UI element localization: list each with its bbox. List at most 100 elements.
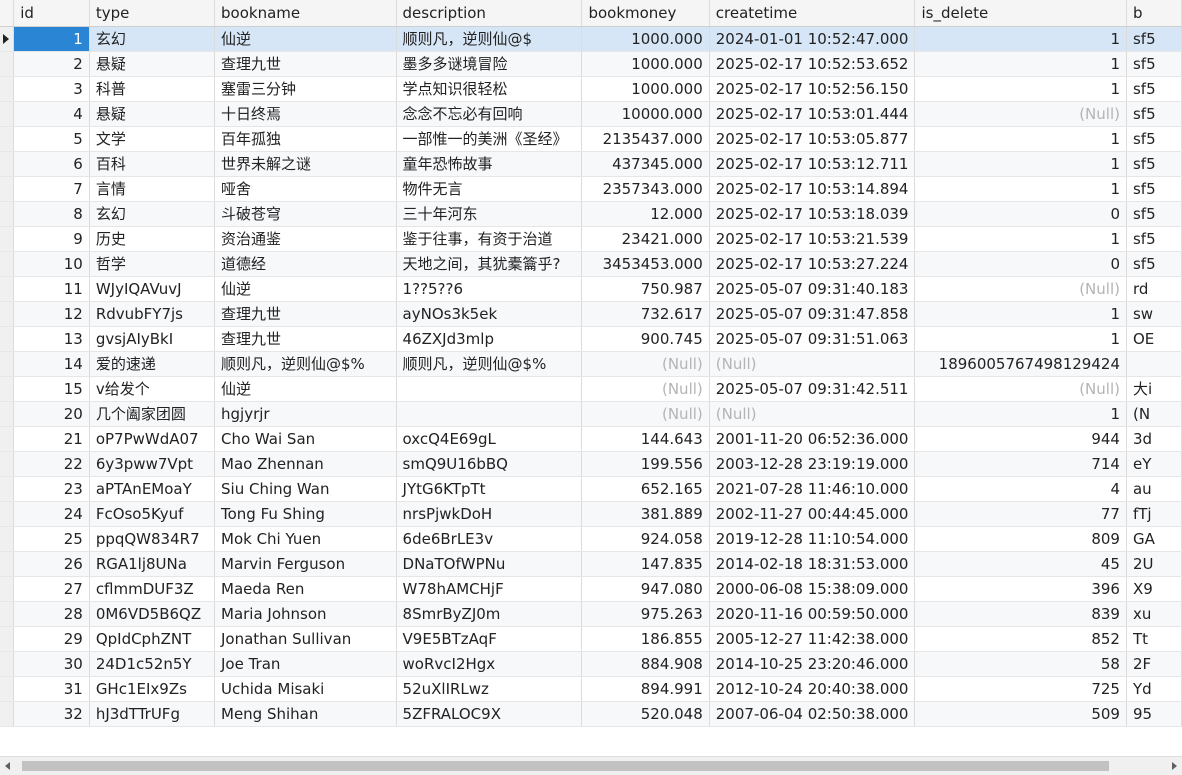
cell-bookname[interactable]: 世界未解之谜 <box>214 151 397 177</box>
table-row[interactable]: 31 GHc1EIx9Zs Uchida Misaki 52uXlIRLwz 894.9… <box>0 676 1182 702</box>
cell-bookmoney[interactable]: 186.855 <box>581 626 710 652</box>
cell-is-delete[interactable]: 1 <box>914 326 1127 352</box>
cell-type[interactable]: 6y3pww7Vpt <box>89 451 216 477</box>
cell-createtime[interactable]: 2025-02-17 10:53:12.711 <box>709 151 916 177</box>
cell-b[interactable]: sf5 <box>1126 51 1182 77</box>
cell-type[interactable]: RGA1lj8UNa <box>89 551 216 577</box>
cell-b[interactable]: 2F <box>1126 651 1182 677</box>
cell-createtime[interactable]: 2025-02-17 10:53:05.877 <box>709 126 916 152</box>
cell-type[interactable]: 言情 <box>89 176 216 202</box>
cell-id[interactable]: 14 <box>13 351 90 377</box>
table-row[interactable]: 13 gvsjAIyBkI 查理九世 46ZXJd3mlp 900.745 2025-05… <box>0 326 1182 352</box>
row-gutter[interactable] <box>0 676 15 702</box>
cell-createtime[interactable]: 2025-02-17 10:52:56.150 <box>709 76 916 102</box>
cell-b[interactable]: eY <box>1126 451 1182 477</box>
cell-createtime[interactable]: 2021-07-28 11:46:10.000 <box>709 476 916 502</box>
row-gutter[interactable] <box>0 126 15 152</box>
cell-b[interactable]: 95 <box>1126 701 1182 727</box>
cell-is-delete[interactable]: 4 <box>914 476 1127 502</box>
cell-bookname[interactable]: 查理九世 <box>214 51 397 77</box>
cell-bookname[interactable]: Mok Chi Yuen <box>214 526 397 552</box>
cell-description[interactable]: 8SmrByZJ0m <box>396 601 583 627</box>
cell-bookmoney[interactable]: 381.889 <box>581 501 710 527</box>
cell-bookmoney[interactable]: 900.745 <box>581 326 710 352</box>
cell-createtime[interactable]: 2005-12-27 11:42:38.000 <box>709 626 916 652</box>
scroll-left-arrow-icon[interactable] <box>5 762 10 770</box>
cell-bookname[interactable]: 仙逆 <box>214 376 397 402</box>
cell-b[interactable]: GA <box>1126 526 1182 552</box>
cell-id[interactable]: 32 <box>13 701 90 727</box>
cell-is-delete[interactable]: 0 <box>914 251 1127 277</box>
table-row[interactable]: 9 历史 资治通鉴 鉴于往事，有资于治道 23421.000 2025-02-17 10:… <box>0 226 1182 252</box>
cell-bookname[interactable]: 哑舍 <box>214 176 397 202</box>
cell-type[interactable]: 哲学 <box>89 251 216 277</box>
cell-id[interactable]: 21 <box>13 426 90 452</box>
cell-createtime[interactable]: 2014-10-25 23:20:46.000 <box>709 651 916 677</box>
cell-bookname[interactable]: 百年孤独 <box>214 126 397 152</box>
cell-id[interactable]: 20 <box>13 401 90 427</box>
cell-b[interactable]: fTj <box>1126 501 1182 527</box>
table-row[interactable]: 28 0M6VD5B6QZ Maria Johnson 8SmrByZJ0m 975.2… <box>0 601 1182 627</box>
cell-bookmoney[interactable]: 23421.000 <box>581 226 710 252</box>
cell-bookname[interactable]: Mao Zhennan <box>214 451 397 477</box>
cell-id[interactable]: 6 <box>13 151 90 177</box>
row-gutter[interactable] <box>0 501 15 527</box>
cell-is-delete[interactable]: 1 <box>914 176 1127 202</box>
cell-b[interactable]: sf5 <box>1126 151 1182 177</box>
cell-type[interactable]: aPTAnEMoaY <box>89 476 216 502</box>
cell-description[interactable]: 5ZFRALOC9X <box>396 701 583 727</box>
cell-description[interactable]: oxcQ4E69gL <box>396 426 583 452</box>
cell-createtime[interactable]: 2019-12-28 11:10:54.000 <box>709 526 916 552</box>
cell-type[interactable]: 文学 <box>89 126 216 152</box>
cell-createtime[interactable]: 2002-11-27 00:44:45.000 <box>709 501 916 527</box>
scroll-right-arrow-icon[interactable] <box>1172 762 1177 770</box>
cell-is-delete[interactable]: (Null) <box>914 376 1127 402</box>
cell-bookmoney[interactable]: (Null) <box>581 376 710 402</box>
cell-b[interactable]: Yd <box>1126 676 1182 702</box>
cell-is-delete[interactable]: 1 <box>914 151 1127 177</box>
cell-bookname[interactable]: Cho Wai San <box>214 426 397 452</box>
cell-id[interactable]: 7 <box>13 176 90 202</box>
cell-id[interactable]: 27 <box>13 576 90 602</box>
cell-description[interactable]: 三十年河东 <box>396 201 583 227</box>
cell-createtime[interactable]: (Null) <box>709 401 916 427</box>
cell-type[interactable]: 几个阖家团圆 <box>89 401 216 427</box>
row-gutter[interactable] <box>0 401 15 427</box>
cell-createtime[interactable]: 2025-02-17 10:53:14.894 <box>709 176 916 202</box>
cell-description[interactable]: JYtG6KTpTt <box>396 476 583 502</box>
cell-bookmoney[interactable]: 947.080 <box>581 576 710 602</box>
row-gutter[interactable] <box>0 151 15 177</box>
cell-description[interactable]: 童年恐怖故事 <box>396 151 583 177</box>
cell-description[interactable]: nrsPjwkDoH <box>396 501 583 527</box>
cell-createtime[interactable]: (Null) <box>709 351 916 377</box>
cell-id[interactable]: 24 <box>13 501 90 527</box>
row-gutter[interactable] <box>0 476 15 502</box>
row-gutter[interactable] <box>0 526 15 552</box>
cell-is-delete[interactable]: 839 <box>914 601 1127 627</box>
cell-bookname[interactable]: 塞雷三分钟 <box>214 76 397 102</box>
cell-createtime[interactable]: 2024-01-01 10:52:47.000 <box>709 26 916 52</box>
table-row[interactable]: 15 v给发个 仙逆 (Null) 2025-05-07 09:31:42.511 (Nu… <box>0 376 1182 402</box>
cell-is-delete[interactable]: 944 <box>914 426 1127 452</box>
cell-bookname[interactable]: Tong Fu Shing <box>214 501 397 527</box>
cell-bookmoney[interactable]: 199.556 <box>581 451 710 477</box>
table-row[interactable]: 11 WJyIQAVuvJ 仙逆 1??5??6 750.987 2025-05-07 0… <box>0 276 1182 302</box>
table-row[interactable]: 1 玄幻 仙逆 顺则凡，逆则仙@$ 1000.000 2024-01-01 10:52:4… <box>0 26 1182 52</box>
cell-type[interactable]: 0M6VD5B6QZ <box>89 601 216 627</box>
cell-description[interactable] <box>396 401 583 427</box>
cell-createtime[interactable]: 2025-05-07 09:31:51.063 <box>709 326 916 352</box>
cell-description[interactable]: 52uXlIRLwz <box>396 676 583 702</box>
column-header-is-delete[interactable]: is_delete <box>914 0 1127 27</box>
cell-bookmoney[interactable]: 10000.000 <box>581 101 710 127</box>
cell-is-delete[interactable]: 396 <box>914 576 1127 602</box>
cell-b[interactable]: sf5 <box>1126 26 1182 52</box>
column-header-bookname[interactable]: bookname <box>214 0 397 27</box>
cell-createtime[interactable]: 2025-02-17 10:52:53.652 <box>709 51 916 77</box>
cell-type[interactable]: 历史 <box>89 226 216 252</box>
cell-b[interactable]: xu <box>1126 601 1182 627</box>
cell-bookname[interactable]: 道德经 <box>214 251 397 277</box>
cell-is-delete[interactable]: 725 <box>914 676 1127 702</box>
cell-bookname[interactable]: 仙逆 <box>214 26 397 52</box>
cell-b[interactable]: X9 <box>1126 576 1182 602</box>
cell-bookmoney[interactable]: 1000.000 <box>581 51 710 77</box>
